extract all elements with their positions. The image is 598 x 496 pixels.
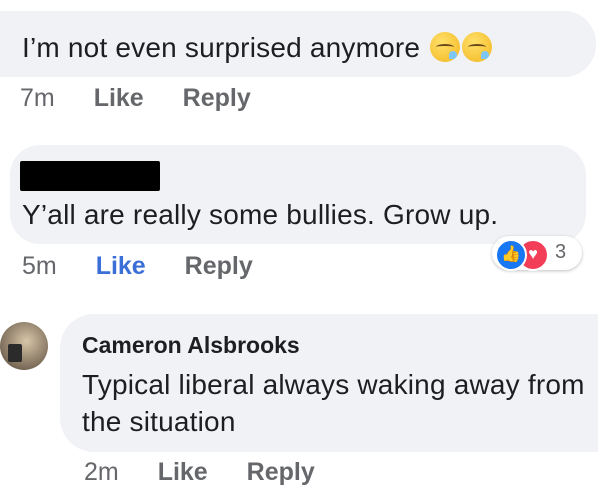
avatar[interactable] bbox=[0, 322, 48, 370]
comment-bubble-3: Cameron Alsbrooks Typical liberal always… bbox=[60, 314, 598, 452]
comment-actions-1: 7m Like Reply bbox=[20, 84, 251, 113]
comment-time[interactable]: 5m bbox=[22, 252, 57, 281]
comment-text: Y’all are really some bullies. Grow up. bbox=[22, 199, 499, 230]
sleepy-face-icon bbox=[430, 32, 461, 62]
comment-bubble-2: Y’all are really some bullies. Grow up. bbox=[10, 145, 586, 244]
comment-actions-2: 5m Like Reply bbox=[22, 252, 253, 281]
like-button[interactable]: Like bbox=[158, 458, 208, 487]
comment-time[interactable]: 7m bbox=[20, 84, 55, 113]
reply-button[interactable]: Reply bbox=[185, 252, 253, 281]
sleepy-face-icon bbox=[462, 32, 493, 62]
comment-bubble-1: I’m not even surprised anymore bbox=[0, 11, 596, 77]
thumbs-up-icon: 👍 bbox=[495, 239, 527, 271]
like-button[interactable]: Like bbox=[96, 252, 146, 281]
reply-button[interactable]: Reply bbox=[247, 458, 315, 487]
like-button[interactable]: Like bbox=[94, 84, 144, 113]
reaction-count: 3 bbox=[555, 241, 567, 263]
comment-text: Typical liberal always waking away from … bbox=[82, 369, 585, 437]
comment-text: I’m not even surprised anymore bbox=[22, 32, 493, 64]
reaction-summary[interactable]: 👍 ♥ 3 bbox=[492, 236, 582, 271]
reply-button[interactable]: Reply bbox=[183, 84, 251, 113]
comment-author[interactable]: Cameron Alsbrooks bbox=[82, 332, 300, 359]
redacted-author-name bbox=[20, 161, 160, 191]
comment-actions-3: 2m Like Reply bbox=[84, 458, 315, 487]
comment-text-body: I’m not even surprised anymore bbox=[22, 32, 421, 63]
comment-time[interactable]: 2m bbox=[84, 458, 119, 487]
